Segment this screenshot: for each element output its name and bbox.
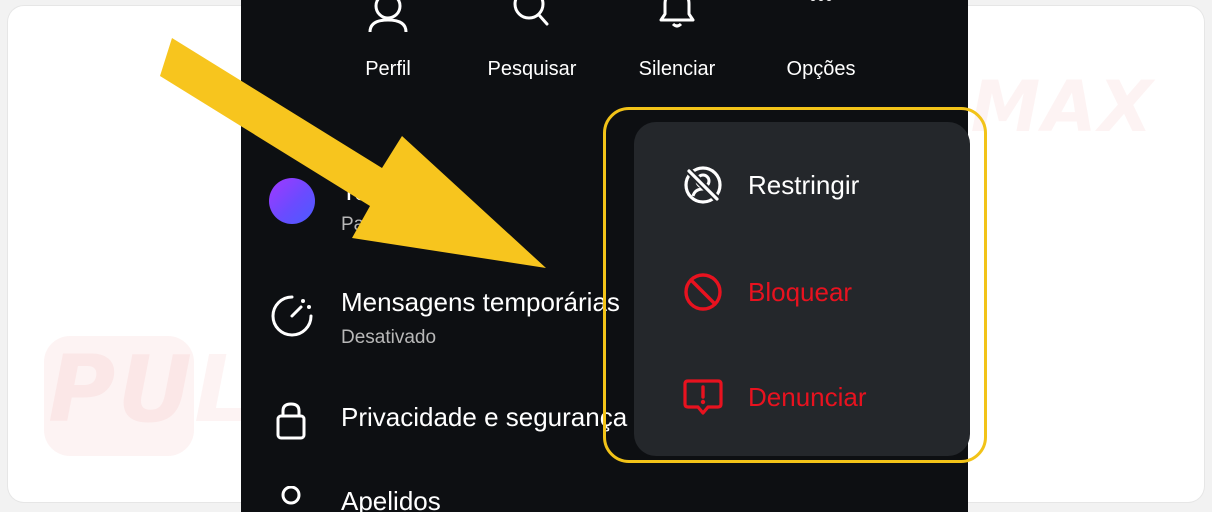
lock-icon (269, 402, 315, 447)
more-icon (766, 0, 876, 50)
nicknames-title: Apelidos (341, 486, 441, 512)
theme-title: Tema (341, 176, 405, 206)
timer-icon (269, 293, 315, 344)
search-icon (477, 0, 587, 50)
theme-avatar (269, 178, 315, 224)
profile-action[interactable]: Perfil (333, 0, 443, 81)
person-icon (333, 0, 443, 50)
options-action[interactable]: Opções (766, 0, 876, 81)
profile-label: Perfil (365, 58, 411, 80)
search-action[interactable]: Pesquisar (477, 0, 587, 81)
person-small-icon (269, 485, 315, 512)
theme-subtitle: Padrão (341, 214, 403, 235)
disappearing-messages-title: Mensagens temporárias (341, 287, 620, 317)
privacy-title: Privacidade e segurança (341, 402, 628, 432)
search-label: Pesquisar (487, 58, 577, 80)
bell-icon (622, 0, 732, 50)
watermark-badge (44, 336, 194, 456)
mute-label: Silenciar (638, 58, 716, 80)
mute-action[interactable]: Silenciar (622, 0, 732, 81)
options-label: Opções (786, 58, 856, 80)
disappearing-messages-subtitle: Desativado (341, 327, 437, 348)
menu-highlight-frame (603, 107, 987, 463)
